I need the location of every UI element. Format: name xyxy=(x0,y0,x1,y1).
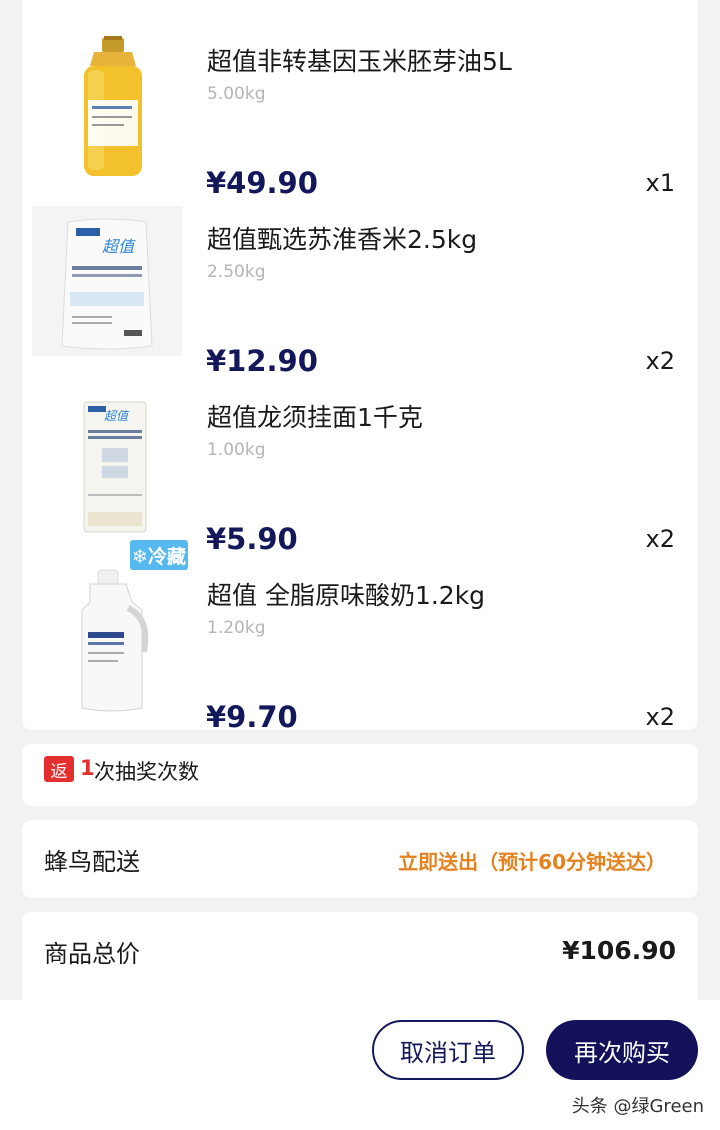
total-row: 商品总价 ¥106.90 xyxy=(22,912,698,1012)
yogurt-bottle-thumbnail xyxy=(32,562,182,712)
item-quantity: x2 xyxy=(645,703,675,730)
watermark: 头条 @绿Green xyxy=(571,1096,704,1117)
lottery-text: 次抽奖次数 xyxy=(94,760,199,784)
total-value: ¥106.90 xyxy=(562,936,676,965)
list-item[interactable]: 超值 超值甄选苏淮香米2.5kg 2.50kg ¥12.90 x2 xyxy=(22,182,698,378)
item-spec: 1.00kg xyxy=(207,440,266,460)
list-item[interactable]: 超值非转基因玉米胚芽油5L 5.00kg ¥49.90 x1 xyxy=(22,4,698,200)
item-spec: 2.50kg xyxy=(207,262,266,282)
corn-oil-thumbnail xyxy=(32,28,182,178)
noodles-pack-thumbnail: 超值 xyxy=(32,384,182,534)
item-name: 超值甄选苏淮香米2.5kg xyxy=(207,225,478,254)
item-name: 超值 全脂原味酸奶1.2kg xyxy=(207,581,486,610)
lottery-count: 1 xyxy=(80,756,95,780)
rice-bag-thumbnail: 超值 xyxy=(32,206,182,356)
bottom-action-bar: 取消订单 再次购买 头条 @绿Green xyxy=(0,1000,720,1130)
item-spec: 1.20kg xyxy=(207,618,266,638)
lottery-reward-row: 返 1 次抽奖次数 xyxy=(22,744,698,806)
svg-text:超值: 超值 xyxy=(102,237,136,256)
order-items-card: 超值非转基因玉米胚芽油5L 5.00kg ¥49.90 x1 超值 超值甄选苏淮… xyxy=(22,0,698,730)
delivery-row: 蜂鸟配送 立即送出（预计60分钟送达） xyxy=(22,820,698,898)
cancel-order-button[interactable]: 取消订单 xyxy=(372,1020,524,1080)
delivery-label: 蜂鸟配送 xyxy=(44,848,140,876)
list-item[interactable]: 超值 超值龙须挂面1千克 1.00kg ¥5.90 x2 xyxy=(22,360,698,556)
item-price: ¥9.70 xyxy=(206,700,298,730)
rebate-badge: 返 xyxy=(44,756,74,782)
item-name: 超值非转基因玉米胚芽油5L xyxy=(207,47,512,76)
svg-text:超值: 超值 xyxy=(104,409,130,423)
cold-storage-badge: ❄冷藏 xyxy=(130,540,188,570)
delivery-status: 立即送出（预计60分钟送达） xyxy=(398,850,666,874)
list-item[interactable]: ❄冷藏 超值 全脂原味酸奶1.2kg 1.20kg ¥9.70 x2 xyxy=(22,538,698,730)
buy-again-button[interactable]: 再次购买 xyxy=(546,1020,698,1080)
order-detail-page: 超值非转基因玉米胚芽油5L 5.00kg ¥49.90 x1 超值 超值甄选苏淮… xyxy=(0,0,720,1130)
total-label: 商品总价 xyxy=(44,940,140,968)
item-name: 超值龙须挂面1千克 xyxy=(207,403,423,432)
item-spec: 5.00kg xyxy=(207,84,266,104)
